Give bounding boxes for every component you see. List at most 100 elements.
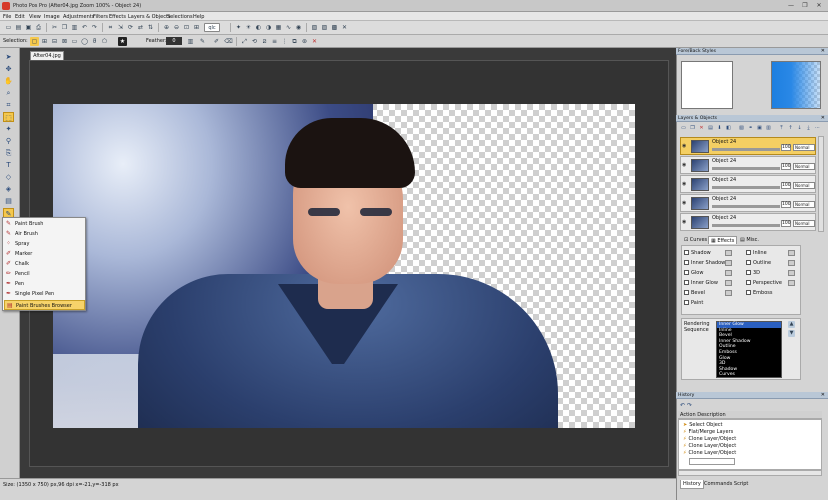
- layer-mask-icon[interactable]: ◧: [725, 125, 732, 132]
- rotate-selection-icon[interactable]: ⟲: [250, 37, 259, 46]
- arrange-icon[interactable]: ⧉: [290, 37, 299, 46]
- print-icon[interactable]: ⎙: [34, 23, 43, 32]
- effect-settings-button[interactable]: [725, 280, 732, 286]
- shape-tool-icon[interactable]: ◇: [3, 172, 14, 182]
- clone-tool-icon[interactable]: ⎘: [3, 148, 14, 158]
- eyedropper-tool-icon[interactable]: ⚲: [3, 136, 14, 146]
- back-style-swatch[interactable]: [771, 61, 821, 109]
- effect-settings-button[interactable]: [725, 250, 732, 256]
- visibility-eye-icon[interactable]: ◉: [682, 162, 687, 168]
- layer-row[interactable]: ◉ Object 24 100 Normal: [680, 137, 816, 155]
- menu-file[interactable]: File: [3, 14, 11, 20]
- panel-close-icon[interactable]: ✕: [821, 392, 825, 399]
- visibility-eye-icon[interactable]: ◉: [682, 143, 687, 149]
- mirror-icon[interactable]: ⇅: [146, 23, 155, 32]
- layer-opacity-field[interactable]: 100: [781, 220, 791, 227]
- layer-row[interactable]: ◉ Object 24 100 Normal: [680, 175, 816, 193]
- actual-size-icon[interactable]: ⊞: [192, 23, 201, 32]
- pointer-tool-icon[interactable]: ➤: [3, 52, 14, 62]
- layer-opacity-slider[interactable]: [712, 224, 780, 227]
- effect-emboss-checkbox[interactable]: Emboss: [746, 290, 772, 296]
- contrast-icon[interactable]: ◐: [254, 23, 263, 32]
- effect-settings-button[interactable]: [725, 290, 732, 296]
- tab-history[interactable]: History: [680, 480, 704, 489]
- undo-icon[interactable]: ↶: [680, 402, 685, 409]
- layer-delete-icon[interactable]: ✕: [340, 23, 349, 32]
- menu-item-air-brush[interactable]: ✎ Air Brush: [4, 229, 85, 239]
- resize-icon[interactable]: ⇲: [116, 23, 125, 32]
- layer-opacity-slider[interactable]: [712, 186, 780, 189]
- cut-icon[interactable]: ✂: [50, 23, 59, 32]
- menu-item-chalk[interactable]: ✐ Chalk: [4, 259, 85, 269]
- layer-duplicate-icon[interactable]: ▨: [320, 23, 329, 32]
- layers-scrollbar[interactable]: [818, 136, 824, 232]
- effect-paint-checkbox[interactable]: Paint: [684, 300, 703, 306]
- layer-lock-icon[interactable]: ▣: [756, 125, 763, 132]
- star-selection-icon[interactable]: ★: [118, 37, 127, 46]
- paste-icon[interactable]: ▥: [70, 23, 79, 32]
- selection-ellipse-icon[interactable]: ◯: [80, 37, 89, 46]
- close-button[interactable]: ✕: [812, 1, 826, 11]
- effect-inline-checkbox[interactable]: Inline: [746, 250, 767, 256]
- group-icon[interactable]: ⊛: [300, 37, 309, 46]
- layer-style-icon[interactable]: ▥: [765, 125, 772, 132]
- cancel-selection-icon[interactable]: ✕: [310, 37, 319, 46]
- zoom-mode-dropdown[interactable]: qlc: [204, 23, 220, 32]
- align-icon[interactable]: ≡: [270, 37, 279, 46]
- flip-icon[interactable]: ⇄: [136, 23, 145, 32]
- hue-icon[interactable]: ◉: [294, 23, 303, 32]
- move-layer-top-icon[interactable]: ⤒: [778, 125, 785, 132]
- layer-group-icon[interactable]: ▧: [738, 125, 745, 132]
- effect-settings-button[interactable]: [788, 250, 795, 256]
- layer-blend-mode[interactable]: Normal: [793, 182, 815, 189]
- tab-effects[interactable]: ▦ Effects: [708, 236, 738, 244]
- history-edit-field[interactable]: [689, 458, 735, 465]
- duplicate-layer-icon[interactable]: ❐: [689, 125, 696, 132]
- move-down-icon[interactable]: ▼: [788, 330, 795, 337]
- new-layer-icon[interactable]: ▭: [680, 125, 687, 132]
- tab-curves[interactable]: ⊡ Curves: [682, 236, 709, 244]
- crop-icon[interactable]: ⌗: [106, 23, 115, 32]
- rendering-sequence-list[interactable]: Inner Glow Inline Bevel Inner Shadow Out…: [716, 321, 782, 378]
- selection-mode-new-icon[interactable]: ▢: [30, 37, 39, 46]
- layer-row[interactable]: ◉ Object 24 100 Normal: [680, 156, 816, 174]
- visibility-eye-icon[interactable]: ◉: [682, 219, 687, 225]
- fill-tool-icon[interactable]: ◈: [3, 184, 14, 194]
- selection-mode-subtract-icon[interactable]: ⊟: [50, 37, 59, 46]
- open-file-icon[interactable]: ▤: [14, 23, 23, 32]
- transform-icon[interactable]: ⤢: [240, 37, 249, 46]
- zoom-out-icon[interactable]: ⊖: [172, 23, 181, 32]
- layer-row[interactable]: ◉ Object 24 100 Normal: [680, 194, 816, 212]
- panel-close-icon[interactable]: ✕: [821, 115, 825, 122]
- menu-item-pen[interactable]: ✒ Pen: [4, 279, 85, 289]
- layer-properties-icon[interactable]: ▤: [707, 125, 714, 132]
- layer-menu-icon[interactable]: ⋯: [814, 125, 821, 132]
- layer-opacity-field[interactable]: 100: [781, 163, 791, 170]
- gradient-tool-icon[interactable]: ▤: [3, 196, 14, 206]
- list-item[interactable]: ⚡ Flat/Merge Layers: [683, 429, 733, 435]
- fit-window-icon[interactable]: ⊡: [182, 23, 191, 32]
- effect-bevel-checkbox[interactable]: Bevel: [684, 290, 705, 296]
- layer-opacity-slider[interactable]: [712, 167, 780, 170]
- layer-merge-icon[interactable]: ▩: [330, 23, 339, 32]
- menu-selections[interactable]: Selections: [167, 14, 193, 20]
- layer-blend-mode[interactable]: Normal: [793, 201, 815, 208]
- menu-image[interactable]: Image: [44, 14, 60, 20]
- move-layer-down-icon[interactable]: ↓: [796, 125, 803, 132]
- menu-view[interactable]: View: [29, 14, 41, 20]
- rotate-icon[interactable]: ⟳: [126, 23, 135, 32]
- zoom-in-icon[interactable]: ⊕: [162, 23, 171, 32]
- menu-item-paint-brush[interactable]: ✎ Paint Brush: [4, 219, 85, 229]
- minimize-button[interactable]: —: [784, 1, 798, 11]
- merge-layer-icon[interactable]: ⬇: [716, 125, 723, 132]
- panel-close-icon[interactable]: ✕: [821, 48, 825, 55]
- layer-opacity-slider[interactable]: [712, 205, 780, 208]
- move-up-icon[interactable]: ▲: [788, 321, 795, 328]
- menu-layers-objects[interactable]: Layers & Objects: [128, 14, 171, 20]
- distribute-icon[interactable]: ⋮: [280, 37, 289, 46]
- layer-opacity-field[interactable]: 100: [781, 182, 791, 189]
- layer-opacity-field[interactable]: 100: [781, 201, 791, 208]
- effect-settings-button[interactable]: [788, 260, 795, 266]
- feather-input[interactable]: 0: [166, 37, 182, 45]
- list-item[interactable]: ➤ Select Object: [683, 422, 723, 428]
